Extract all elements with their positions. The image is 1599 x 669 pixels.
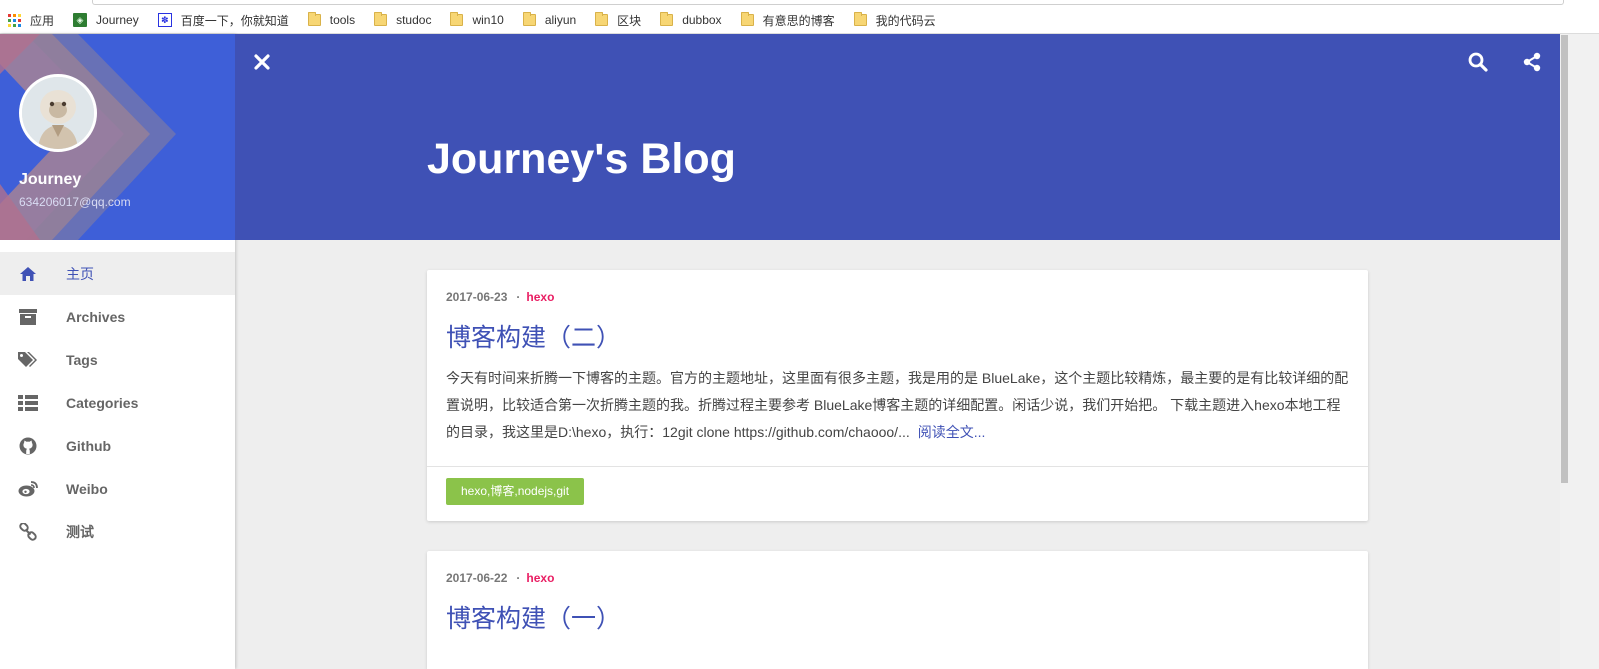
page-scrollbar-thumb[interactable]	[1561, 35, 1568, 483]
bookmark-label: dubbox	[682, 13, 722, 27]
sidebar-item-test[interactable]: 测试	[0, 510, 235, 553]
avatar-monkey-image	[22, 77, 94, 149]
bookmark-label: aliyun	[544, 13, 577, 27]
weibo-icon	[18, 480, 38, 498]
bookmark-journey[interactable]: ◈ Journey	[73, 13, 139, 27]
post-divider	[427, 466, 1368, 467]
folder-icon	[595, 12, 609, 26]
post-title-link[interactable]: 博客构建（一）	[446, 599, 621, 635]
sidebar: Journey 634206017@qq.com 主页 Archives Tag…	[0, 34, 235, 669]
sidebar-item-label: Github	[66, 437, 112, 454]
meta-separator: ·	[516, 290, 521, 304]
bookmark-baidu[interactable]: ✽ 百度一下，你就知道	[157, 12, 289, 29]
post-card: 2017-06-22 · hexo 博客构建（一）	[427, 551, 1368, 669]
sidebar-nav: 主页 Archives Tags Categories Github Weibo…	[0, 240, 235, 553]
home-icon	[18, 265, 38, 283]
sidebar-item-label: 测试	[66, 523, 94, 540]
post-category-link[interactable]: hexo	[526, 290, 554, 304]
bookmark-folder-blockchain[interactable]: 区块	[595, 12, 641, 29]
sidebar-item-label: Categories	[66, 394, 139, 411]
folder-icon	[450, 12, 464, 26]
sidebar-item-label: 主页	[66, 265, 94, 282]
bookmark-label: 有意思的博客	[762, 13, 835, 28]
list-icon	[18, 394, 38, 412]
sidebar-item-github[interactable]: Github	[0, 424, 235, 467]
bookmark-folder-blogs[interactable]: 有意思的博客	[740, 12, 835, 29]
sidebar-profile-header: Journey 634206017@qq.com	[0, 34, 235, 240]
bookmark-label: 应用	[30, 13, 55, 28]
close-menu-button[interactable]	[250, 50, 274, 74]
close-icon	[254, 54, 270, 70]
green-site-icon: ◈	[73, 13, 88, 27]
read-more-link[interactable]: 阅读全文...	[918, 424, 986, 440]
tags-icon	[18, 351, 38, 369]
bookmark-folder-win10[interactable]: win10	[450, 12, 504, 27]
bookmark-folder-dubbox[interactable]: dubbox	[660, 12, 722, 27]
post-excerpt-text: 今天有时间来折腾一下博客的主题。官方的主题地址，这里面有很多主题，我是用的是 B…	[446, 370, 1349, 440]
bookmark-list: 应用 ◈ Journey ✽ 百度一下，你就知道 tools studoc wi…	[8, 12, 955, 28]
bookmark-folder-aliyun[interactable]: aliyun	[522, 12, 577, 27]
bookmark-label: 百度一下，你就知道	[180, 13, 289, 28]
sidebar-item-tags[interactable]: Tags	[0, 338, 235, 381]
folder-icon	[853, 12, 867, 26]
bookmark-folder-code-cloud[interactable]: 我的代码云	[853, 12, 936, 29]
folder-icon	[522, 12, 536, 26]
bookmark-label: studoc	[396, 13, 432, 27]
bookmark-label: 区块	[617, 13, 642, 28]
apps-grid-icon	[8, 13, 21, 27]
sidebar-item-weibo[interactable]: Weibo	[0, 467, 235, 510]
baidu-paw-icon: ✽	[157, 13, 172, 27]
folder-icon	[660, 12, 674, 26]
profile-email: 634206017@qq.com	[19, 195, 131, 209]
bookmark-label: win10	[472, 13, 504, 27]
sidebar-item-label: Tags	[66, 351, 98, 368]
bookmark-apps[interactable]: 应用	[8, 12, 54, 29]
sidebar-item-categories[interactable]: Categories	[0, 381, 235, 424]
avatar[interactable]	[19, 74, 97, 152]
blog-header: Journey's Blog	[235, 34, 1560, 240]
bookmark-folder-studoc[interactable]: studoc	[374, 12, 432, 27]
bookmark-label: tools	[329, 13, 356, 27]
share-button[interactable]	[1520, 50, 1544, 74]
sidebar-item-label: Weibo	[66, 480, 108, 497]
blog-title: Journey's Blog	[427, 135, 736, 183]
sidebar-item-archives[interactable]: Archives	[0, 295, 235, 338]
share-icon	[1523, 52, 1541, 72]
post-meta: 2017-06-23 · hexo	[446, 290, 554, 304]
post-category-link[interactable]: hexo	[526, 571, 554, 585]
bookmarks-bar: 应用 ◈ Journey ✽ 百度一下，你就知道 tools studoc wi…	[0, 0, 1599, 34]
github-icon	[18, 437, 38, 455]
post-title-link[interactable]: 博客构建（二）	[446, 318, 621, 354]
profile-name: Journey	[19, 171, 82, 188]
bookmark-folder-tools[interactable]: tools	[307, 12, 356, 27]
link-icon	[18, 522, 38, 541]
omnibox-edge	[92, 0, 1564, 5]
sidebar-item-home[interactable]: 主页	[0, 252, 235, 295]
folder-icon	[307, 12, 321, 26]
post-excerpt: 今天有时间来折腾一下博客的主题。官方的主题地址，这里面有很多主题，我是用的是 B…	[446, 365, 1350, 446]
folder-icon	[740, 12, 754, 26]
post-meta: 2017-06-22 · hexo	[446, 571, 554, 585]
search-button[interactable]	[1466, 50, 1490, 74]
bookmark-label: Journey	[96, 13, 139, 27]
post-date: 2017-06-22	[446, 571, 508, 585]
search-icon	[1468, 52, 1488, 72]
sidebar-item-label: Archives	[66, 308, 126, 325]
post-date: 2017-06-23	[446, 290, 508, 304]
bookmark-label: 我的代码云	[875, 13, 936, 28]
archive-box-icon	[18, 308, 38, 326]
folder-icon	[374, 12, 388, 26]
post-tag-chip[interactable]: hexo,博客,nodejs,git	[446, 478, 585, 505]
post-card: 2017-06-23 · hexo 博客构建（二） 今天有时间来折腾一下博客的主题。…	[427, 270, 1368, 521]
meta-separator: ·	[516, 571, 521, 585]
